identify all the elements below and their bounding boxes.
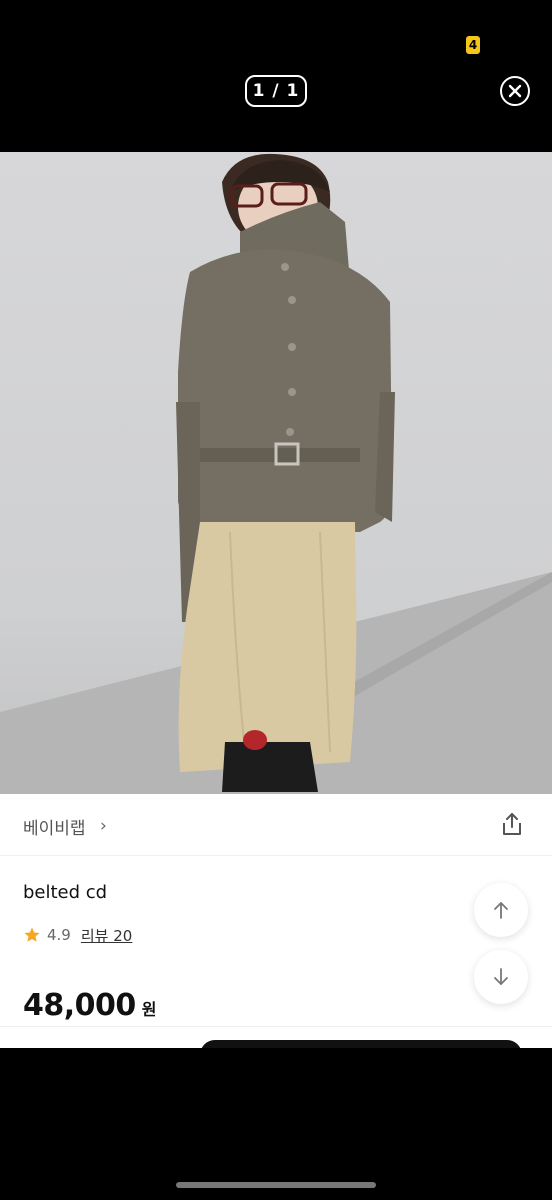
scroll-up-button[interactable] — [474, 883, 528, 937]
price: 48,000 — [23, 988, 136, 1023]
arrow-down-icon — [494, 968, 508, 985]
close-button[interactable] — [500, 76, 530, 106]
bottom-overlay — [0, 1048, 552, 1200]
share-icon[interactable] — [498, 810, 526, 838]
divider — [0, 1026, 552, 1027]
product-title: belted cd — [23, 882, 108, 903]
status-badge: 4 — [466, 36, 480, 54]
scroll-down-button[interactable] — [474, 950, 528, 1004]
review-link[interactable]: 리뷰 20 — [81, 925, 132, 946]
star-icon — [24, 927, 40, 942]
price-row: 48,000 원 — [23, 988, 157, 1023]
currency-label: 원 — [141, 1000, 157, 1019]
product-photo[interactable] — [0, 152, 552, 794]
chevron-right-icon: › — [100, 816, 107, 836]
product-photo-image — [0, 153, 552, 794]
page-counter: 1 / 1 — [245, 75, 307, 107]
brand-name[interactable]: 베이비랩 — [23, 814, 86, 839]
product-info-sheet: 베이비랩 › belted cd 4.9 리뷰 20 48,000 원 — [0, 794, 552, 1048]
rating-value: 4.9 — [47, 926, 71, 944]
home-indicator[interactable] — [176, 1182, 376, 1188]
viewer-top-bar: 4 1 / 1 — [0, 0, 552, 152]
brand-row[interactable]: 베이비랩 › — [0, 794, 552, 856]
rating-row: 4.9 리뷰 20 — [23, 924, 132, 946]
arrow-up-icon — [494, 902, 508, 919]
close-icon — [508, 84, 522, 98]
